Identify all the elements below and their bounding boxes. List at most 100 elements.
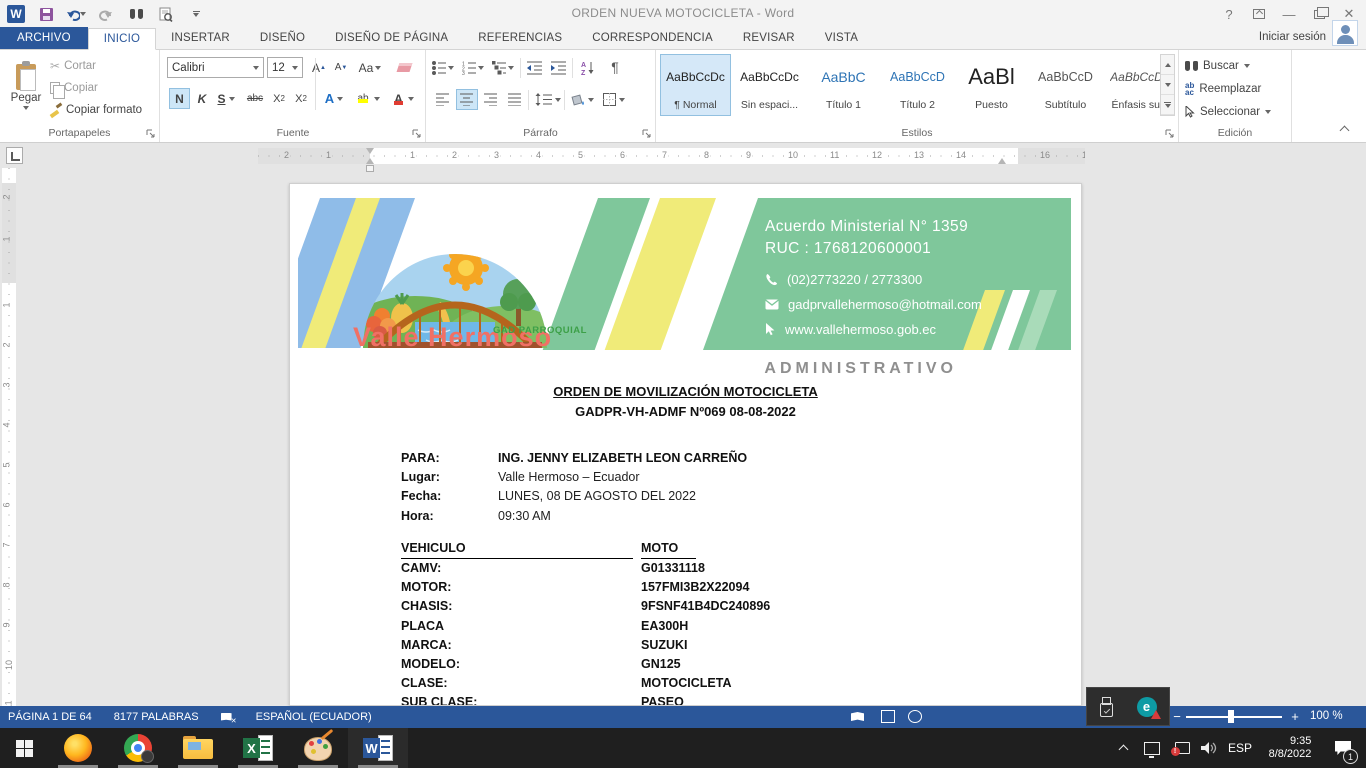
tab-referencias[interactable]: REFERENCIAS [463, 27, 577, 49]
document-page[interactable]: Acuerdo Ministerial N° 1359 RUC : 176812… [289, 183, 1082, 706]
shading-button[interactable] [568, 89, 596, 110]
word-count[interactable]: 8177 PALABRAS [114, 711, 199, 723]
zoom-slider-track[interactable] [1186, 716, 1282, 718]
sync-alert-icon[interactable]: ! [1170, 728, 1194, 768]
tab-vista[interactable]: VISTA [810, 27, 873, 49]
paste-button[interactable]: Pegar [6, 54, 46, 120]
highlight-button[interactable]: ab [353, 88, 383, 109]
style-subtitulo[interactable]: AaBbCcDSubtítulo [1030, 54, 1101, 116]
style-normal[interactable]: AaBbCcDc¶ Normal [660, 54, 731, 116]
format-painter-button[interactable]: Copiar formato [50, 100, 142, 120]
tab-revisar[interactable]: REVISAR [728, 27, 810, 49]
volume-icon[interactable] [1196, 728, 1222, 768]
taskbar-chrome[interactable] [108, 728, 168, 768]
replace-button[interactable]: abacReemplazar [1185, 79, 1261, 99]
clock[interactable]: 9:358/8/2022 [1258, 728, 1322, 768]
style-titulo-1[interactable]: AaBbCTítulo 1 [808, 54, 879, 116]
bullets-button[interactable] [432, 57, 454, 78]
tab-diseno-de-pagina[interactable]: DISEÑO DE PÁGINA [320, 27, 463, 49]
change-case-button[interactable]: Aa [357, 57, 383, 78]
numbering-button[interactable]: 123 [462, 57, 484, 78]
tab-correspondencia[interactable]: CORRESPONDENCIA [577, 27, 728, 49]
copy-button[interactable]: Copiar [50, 78, 98, 98]
action-center[interactable]: 1 [1326, 728, 1360, 768]
zoom-out-icon[interactable]: − [1170, 709, 1184, 724]
styles-dialog-launcher[interactable] [1165, 129, 1175, 139]
taskbar-word[interactable]: W [348, 728, 408, 768]
bold-button[interactable]: N [169, 88, 190, 109]
tab-diseno[interactable]: DISEÑO [245, 27, 320, 49]
increase-indent-button[interactable] [548, 57, 570, 78]
clipboard-dialog-launcher[interactable] [146, 129, 156, 139]
style-scroll-up-icon[interactable] [1161, 55, 1174, 75]
language-tray[interactable]: ESP [1224, 728, 1256, 768]
style-gallery-more-icon[interactable] [1161, 95, 1174, 115]
sort-button[interactable]: AZ [578, 57, 600, 78]
proofing-icon[interactable] [221, 712, 234, 723]
start-button[interactable] [0, 728, 48, 768]
eset-antivirus-icon[interactable]: e [1137, 697, 1157, 717]
align-right-button[interactable] [480, 89, 502, 110]
line-spacing-button[interactable] [534, 89, 562, 110]
tab-inicio[interactable]: INICIO [88, 28, 156, 50]
style-puesto[interactable]: AaBlPuesto [956, 54, 1027, 116]
read-mode-icon[interactable] [851, 710, 865, 723]
zoom-level[interactable]: 100 % [1310, 710, 1354, 722]
zoom-slider-thumb[interactable] [1228, 710, 1234, 723]
font-color-button[interactable]: A [389, 88, 417, 109]
text-effects-button[interactable]: A [321, 88, 347, 109]
show-hidden-icons[interactable] [1112, 728, 1136, 768]
help-icon[interactable]: ? [1216, 3, 1242, 25]
left-indent-marker[interactable] [366, 165, 374, 172]
ribbon-display-options-icon[interactable] [1246, 3, 1272, 25]
taskbar-excel[interactable]: X [228, 728, 288, 768]
pilcrow-button[interactable]: ¶ [604, 56, 626, 77]
font-name-combo[interactable]: Calibri [167, 57, 264, 78]
restore-icon[interactable] [1306, 3, 1332, 25]
borders-button[interactable] [600, 89, 628, 110]
right-indent-marker[interactable] [998, 158, 1006, 164]
style-scroll-down-icon[interactable] [1161, 75, 1174, 95]
clear-formatting-button[interactable] [393, 57, 415, 78]
style-sin-espaci[interactable]: AaBbCcDcSin espaci... [734, 54, 805, 116]
zoom-in-icon[interactable]: + [1288, 709, 1302, 724]
style-gallery-scrollbar[interactable] [1160, 54, 1175, 116]
cut-button[interactable]: ✂Cortar [50, 56, 96, 76]
style-titulo-2[interactable]: AaBbCcDTítulo 2 [882, 54, 953, 116]
tab-stop-selector[interactable] [6, 147, 23, 164]
print-layout-icon[interactable] [881, 710, 895, 723]
network-icon[interactable] [1140, 728, 1164, 768]
italic-button[interactable]: K [193, 88, 211, 109]
superscript-button[interactable]: X2 [291, 88, 311, 109]
minimize-icon[interactable]: — [1276, 3, 1302, 25]
first-line-indent-marker[interactable] [366, 148, 374, 154]
web-layout-icon[interactable] [908, 710, 922, 723]
language-indicator[interactable]: ESPAÑOL (ECUADOR) [256, 711, 372, 723]
tab-archivo[interactable]: ARCHIVO [0, 27, 88, 49]
taskbar-paint[interactable] [288, 728, 348, 768]
tab-insertar[interactable]: INSERTAR [156, 27, 245, 49]
select-button[interactable]: Seleccionar [1185, 102, 1271, 122]
usb-device-icon[interactable] [1100, 697, 1112, 717]
avatar[interactable] [1332, 20, 1358, 46]
shrink-font-button[interactable]: A▼ [331, 57, 351, 78]
multilevel-list-button[interactable] [492, 57, 514, 78]
grow-font-button[interactable]: A▲ [309, 57, 329, 78]
horizontal-ruler[interactable]: 12312345678910111213141617 [258, 148, 1085, 164]
find-button[interactable]: Buscar [1185, 56, 1250, 76]
strikethrough-button[interactable]: abc [243, 88, 267, 109]
align-center-button[interactable] [456, 89, 478, 110]
subscript-button[interactable]: X2 [269, 88, 289, 109]
taskbar-firefox[interactable] [48, 728, 108, 768]
sign-in-link[interactable]: Iniciar sesión [1259, 31, 1326, 43]
vertical-ruler[interactable]: 21123456789101112 [2, 168, 16, 706]
paragraph-dialog-launcher[interactable] [642, 129, 652, 139]
hanging-indent-marker[interactable] [366, 158, 374, 164]
decrease-indent-button[interactable] [524, 57, 546, 78]
font-dialog-launcher[interactable] [412, 129, 422, 139]
taskbar-file-explorer[interactable] [168, 728, 228, 768]
page-indicator[interactable]: PÁGINA 1 DE 64 [8, 711, 92, 723]
collapse-ribbon-icon[interactable] [1338, 124, 1352, 134]
font-size-combo[interactable]: 12 [267, 57, 303, 78]
align-left-button[interactable] [432, 89, 454, 110]
